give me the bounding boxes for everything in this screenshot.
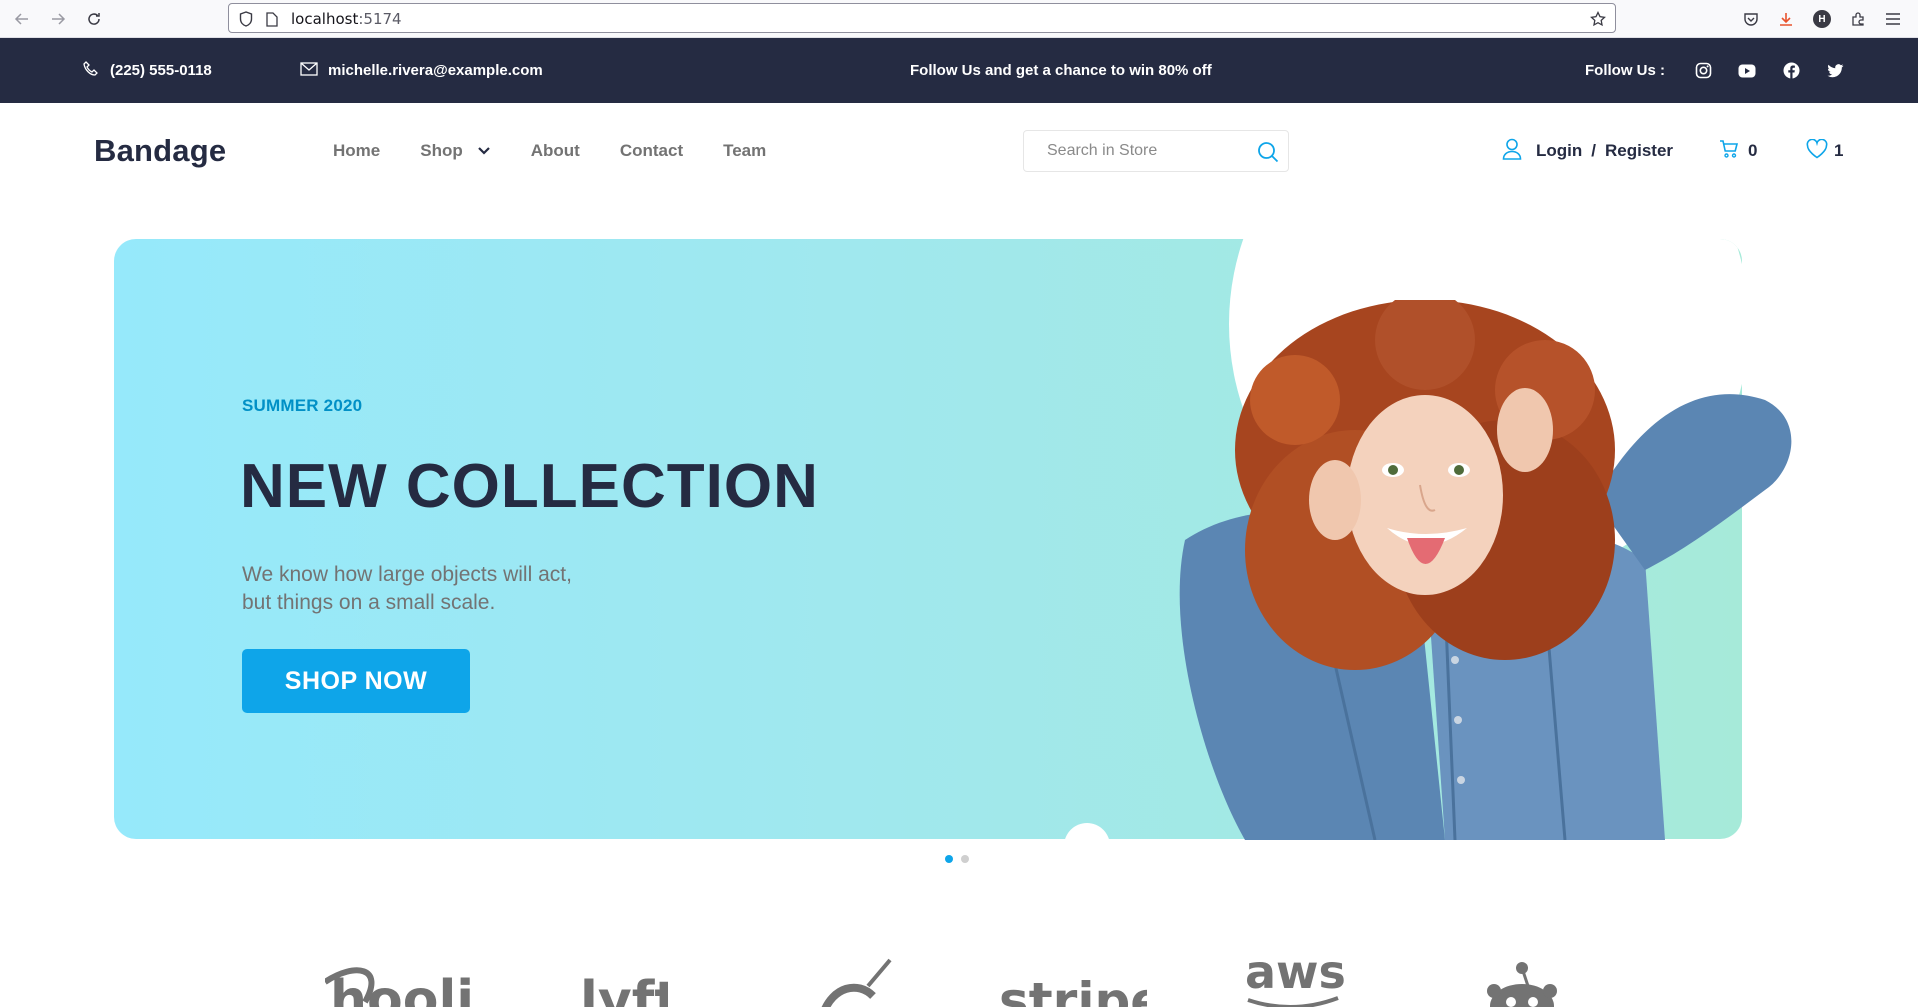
forward-icon[interactable]	[46, 7, 70, 31]
hero-description-line2: but things on a small scale.	[242, 591, 496, 614]
carousel-dot-2[interactable]	[961, 855, 969, 863]
pocket-icon[interactable]	[1740, 8, 1762, 30]
address-bar[interactable]: localhost:5174	[228, 3, 1616, 33]
hero-eyebrow: SUMMER 2020	[242, 396, 363, 415]
auth-separator: /	[1591, 141, 1596, 160]
instagram-icon[interactable]	[1681, 62, 1725, 79]
brand-logos-strip: hooli lyft stripe aws	[0, 950, 1918, 1007]
phone-icon	[82, 60, 100, 82]
hero-description: We know how large objects will act, but …	[242, 561, 662, 617]
shield-icon[interactable]	[237, 10, 255, 28]
facebook-icon[interactable]	[1769, 62, 1813, 79]
back-icon[interactable]	[10, 7, 34, 31]
reddit-logo	[1482, 956, 1562, 1007]
search-icon[interactable]	[1256, 140, 1280, 164]
hero-description-line1: We know how large objects will act,	[242, 563, 572, 586]
wishlist-button[interactable]: 1	[1806, 103, 1843, 199]
stripe-logo: stripe	[997, 960, 1164, 1007]
heart-icon	[1806, 138, 1828, 164]
cart-icon	[1719, 139, 1739, 164]
cart-count: 0	[1748, 141, 1758, 160]
follow-us-label: Follow Us :	[1585, 62, 1665, 79]
shop-now-button[interactable]: SHOP NOW	[242, 649, 470, 713]
brand-logo[interactable]: Bandage	[94, 133, 226, 169]
twitter-icon[interactable]	[1813, 63, 1857, 78]
youtube-icon[interactable]	[1725, 64, 1769, 78]
pied-piper-logo	[818, 956, 898, 1007]
email-address: michelle.rivera@example.com	[328, 62, 543, 79]
svg-text:aws: aws	[1245, 950, 1346, 999]
svg-text:hooli: hooli	[330, 970, 474, 1007]
nav-contact[interactable]: Contact	[620, 141, 683, 161]
download-icon[interactable]	[1775, 8, 1797, 30]
account-avatar-icon[interactable]: H	[1811, 8, 1833, 30]
register-link[interactable]: Register	[1605, 141, 1673, 161]
hero-model-image	[1179, 300, 1792, 840]
browser-toolbar: localhost:5174 H	[0, 0, 1918, 38]
wishlist-count: 1	[1834, 141, 1844, 160]
hooli-logo: hooli	[323, 962, 475, 1007]
hero-title: NEW COLLECTION	[240, 452, 819, 521]
carousel-dot-1[interactable]	[945, 855, 953, 863]
nav-home[interactable]: Home	[333, 141, 380, 161]
store-search	[1023, 130, 1289, 172]
reload-icon[interactable]	[82, 7, 106, 31]
svg-text:stripe: stripe	[999, 972, 1147, 1007]
nav-about[interactable]: About	[531, 141, 580, 161]
auth-links: Login / Register	[1502, 103, 1673, 199]
chevron-down-icon[interactable]	[477, 141, 491, 161]
nav-shop[interactable]: Shop	[420, 141, 491, 161]
nav-team[interactable]: Team	[723, 141, 766, 161]
hero-small-circle-decoration	[1064, 823, 1110, 839]
page-icon	[263, 10, 281, 28]
menu-hamburger-icon[interactable]	[1882, 8, 1904, 30]
mail-icon	[300, 61, 318, 80]
main-header: Bandage Home Shop About Contact Team Log…	[0, 103, 1918, 199]
promo-text: Follow Us and get a chance to win 80% of…	[910, 62, 1212, 79]
lyft-logo: lyft	[578, 960, 679, 1007]
phone-number: (225) 555-0118	[110, 62, 212, 79]
extensions-icon[interactable]	[1847, 8, 1869, 30]
nav-shop-label: Shop	[420, 141, 463, 160]
aws-logo: aws	[1243, 950, 1353, 1007]
phone-contact[interactable]: (225) 555-0118	[82, 38, 212, 103]
top-info-bar: (225) 555-0118 michelle.rivera@example.c…	[0, 38, 1918, 103]
cart-button[interactable]: 0	[1719, 103, 1757, 199]
email-contact[interactable]: michelle.rivera@example.com	[300, 38, 543, 103]
user-icon[interactable]	[1502, 138, 1522, 165]
social-links: Follow Us :	[1585, 38, 1857, 103]
url-text[interactable]: localhost:5174	[291, 10, 402, 28]
login-link[interactable]: Login	[1536, 141, 1582, 161]
svg-text:lyft: lyft	[580, 971, 668, 1007]
search-input[interactable]	[1024, 131, 1244, 171]
main-nav: Home Shop About Contact Team	[333, 103, 806, 199]
carousel-indicators	[945, 855, 969, 863]
bookmark-star-icon[interactable]	[1589, 10, 1607, 28]
